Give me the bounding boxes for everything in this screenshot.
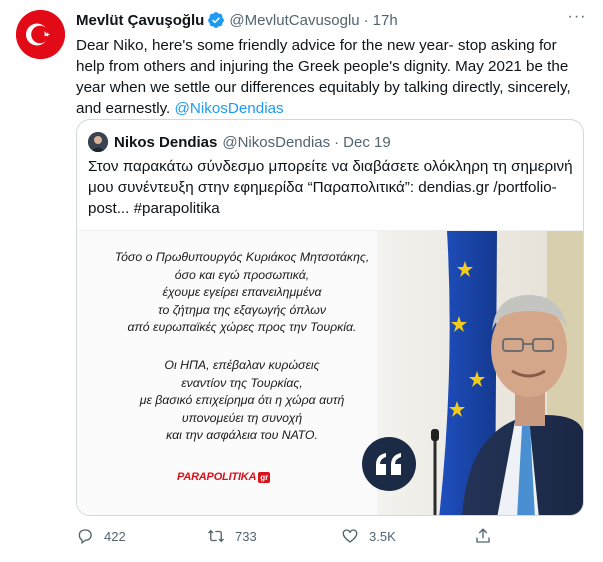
tweet-header: Mevlüt Çavuşoğlu @MevlutCavusoglu · 17h … xyxy=(76,9,587,30)
quote-line: από ευρωπαϊκές χώρες προς την Τουρκία. xyxy=(127,320,357,335)
reply-count: 422 xyxy=(104,528,126,544)
mention-link[interactable]: @NikosDendias xyxy=(175,100,284,117)
turkish-flag-icon xyxy=(16,10,65,59)
logo-badge: gr xyxy=(258,471,271,483)
quote-line: όσο και εγώ προσωπικά, xyxy=(174,267,310,282)
parapolitika-logo: PARAPOLITIKA gr xyxy=(177,470,271,484)
quoted-avatar[interactable] xyxy=(88,132,108,152)
author-name[interactable]: Mevlüt Çavuşoğlu xyxy=(76,12,204,29)
separator-dot: · xyxy=(334,133,340,151)
tweet-text: Dear Niko, here's some friendly advice f… xyxy=(76,35,581,119)
quote-paragraph-1: Τόσο ο Πρωθυπουργός Κυριάκος Μητσοτάκης,… xyxy=(97,249,387,337)
author-handle[interactable]: @MevlutCavusoglu xyxy=(229,12,359,29)
like-count: 3.5K xyxy=(369,528,396,544)
quote-line: με βασικό επιχείρημα ότι η χώρα αυτή xyxy=(139,393,345,408)
retweet-icon xyxy=(208,529,224,543)
logo-text: PARAPOLITIKA xyxy=(177,471,257,483)
quoted-author-handle[interactable]: @NikosDendias xyxy=(222,134,330,151)
reply-icon xyxy=(78,529,92,545)
quote-line: υπονομεύει τη συνοχή xyxy=(181,410,303,425)
separator-dot: · xyxy=(363,11,369,29)
retweet-count: 733 xyxy=(235,528,257,544)
author-avatar[interactable] xyxy=(16,10,65,59)
quoted-tweet[interactable]: Nikos Dendias @NikosDendias · Dec 19 Στο… xyxy=(76,119,584,516)
retweet-button[interactable]: 733 xyxy=(207,524,257,548)
tweet-timestamp[interactable]: 17h xyxy=(373,12,398,29)
share-icon xyxy=(476,528,490,543)
quote-line: εναντίον της Τουρκίας, xyxy=(181,375,303,390)
quote-mark-icon xyxy=(362,437,416,491)
quoted-author-name[interactable]: Nikos Dendias xyxy=(114,134,217,151)
quote-line: και την ασφάλεια του ΝΑΤΟ. xyxy=(166,428,318,443)
like-button[interactable]: 3.5K xyxy=(341,524,396,548)
quoted-header: Nikos Dendias @NikosDendias · Dec 19 xyxy=(88,132,391,152)
quoted-media-image[interactable]: Τόσο ο Πρωθυπουργός Κυριάκος Μητσοτάκης,… xyxy=(77,230,583,515)
action-bar: 422 733 3.5K xyxy=(76,524,584,548)
tweet-body: Dear Niko, here's some friendly advice f… xyxy=(76,37,571,117)
reply-button[interactable]: 422 xyxy=(76,524,126,548)
share-button[interactable] xyxy=(474,524,502,548)
more-icon[interactable]: ··· xyxy=(567,9,587,30)
quote-line: Τόσο ο Πρωθυπουργός Κυριάκος Μητσοτάκης, xyxy=(114,250,370,264)
quote-line: Οι ΗΠΑ, επέβαλαν κυρώσεις xyxy=(164,358,320,372)
tweet[interactable]: Mevlüt Çavuşoğlu @MevlutCavusoglu · 17h … xyxy=(0,0,603,562)
quote-paragraph-2: Οι ΗΠΑ, επέβαλαν κυρώσεις εναντίον της Τ… xyxy=(97,357,387,445)
like-icon xyxy=(342,529,358,543)
quoted-text: Στον παρακάτω σύνδεσμο μπορείτε να διαβά… xyxy=(88,158,573,217)
quote-line: έχουμε εγείρει επανειλημμένα xyxy=(162,285,322,300)
quote-line: το ζήτημα της εξαγωγής όπλων xyxy=(158,302,326,317)
verified-badge-icon xyxy=(207,11,225,29)
quoted-date[interactable]: Dec 19 xyxy=(343,134,391,151)
